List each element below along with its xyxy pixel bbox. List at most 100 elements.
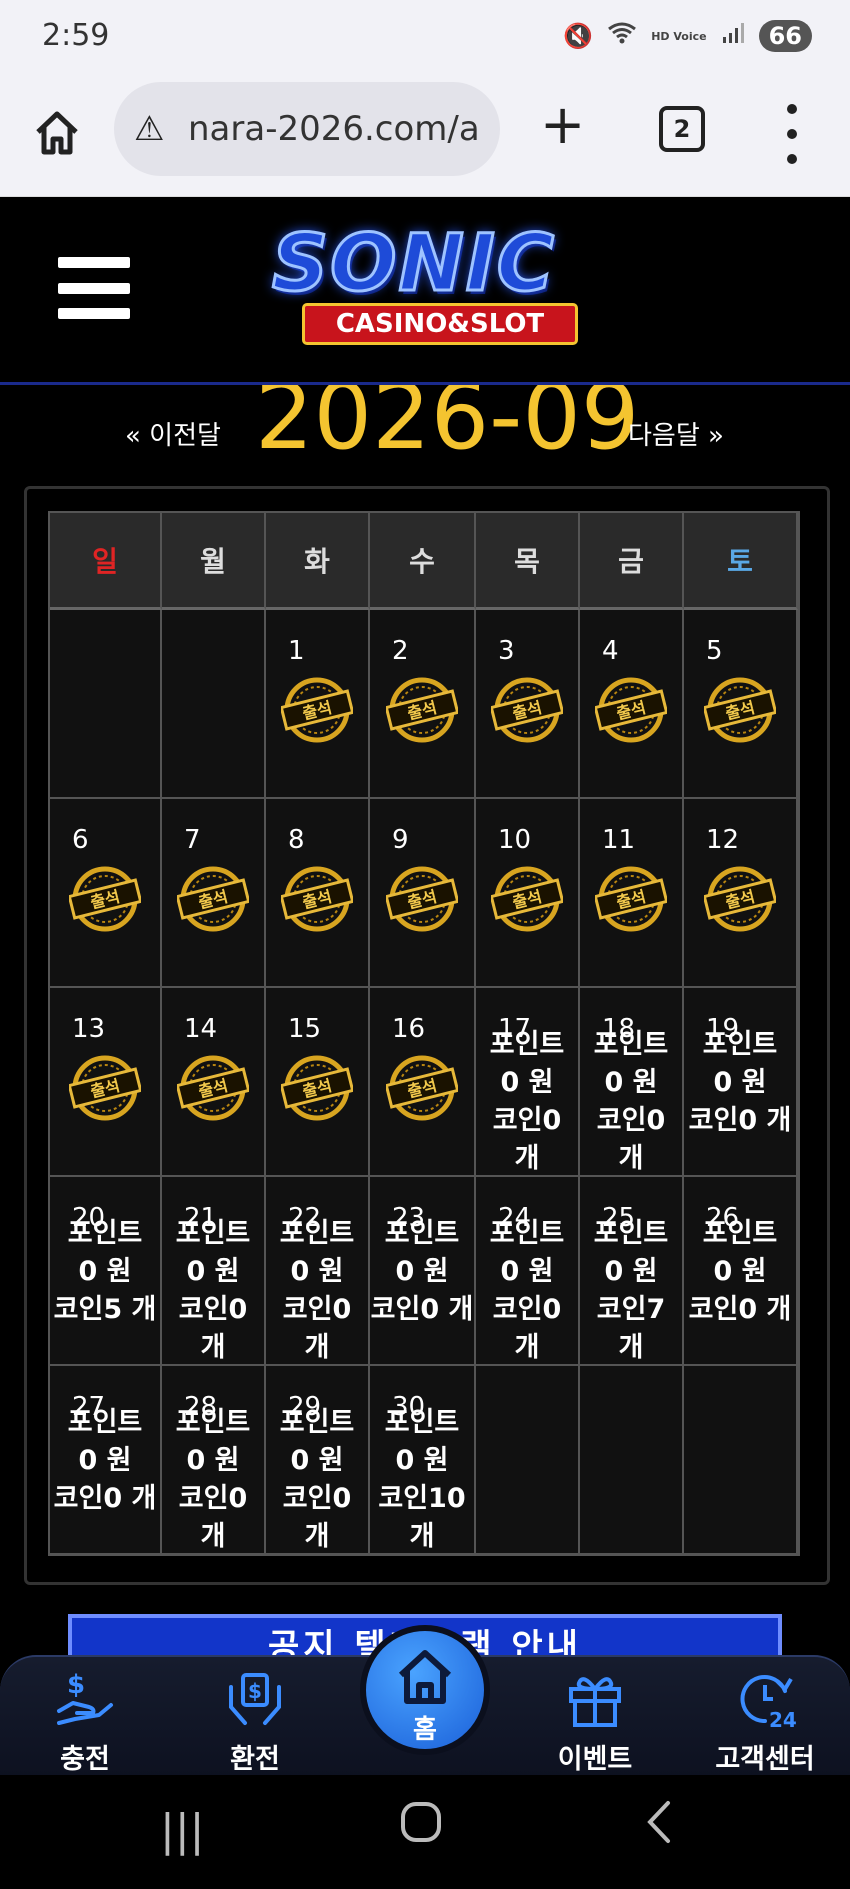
calendar-day	[684, 1366, 798, 1555]
calendar-day: 13 출석	[50, 988, 162, 1177]
warning-icon[interactable]: ⚠	[134, 109, 178, 149]
attendance-stamp-icon: 출석	[595, 866, 667, 932]
point-label: 포인트	[384, 1407, 460, 1438]
coin-amount: 코인0 개	[688, 1105, 792, 1136]
address-bar[interactable]: ⚠ nara-2026.com/a	[114, 82, 500, 176]
point-amount: 0 원	[713, 1067, 767, 1098]
site-logo[interactable]: SONIC CASINO&SLOT	[262, 218, 607, 359]
point-amount: 0 원	[604, 1067, 658, 1098]
weekday-header-cell: 월	[162, 513, 266, 610]
nav-event[interactable]: 이벤트	[525, 1667, 665, 1775]
prev-month-link[interactable]: « 이전달	[125, 415, 221, 452]
coin-amount: 코인0 개	[492, 1105, 562, 1174]
day-number: 13	[72, 1014, 106, 1044]
hands-money-icon: $	[229, 1673, 281, 1725]
day-reward-info: 포인트 0 원 코인5 개	[50, 1215, 160, 1329]
system-back-icon[interactable]	[644, 1799, 674, 1856]
calendar-day	[476, 1366, 580, 1555]
wifi-icon	[607, 21, 637, 51]
hamburger-menu-icon[interactable]	[58, 257, 130, 319]
calendar-day: 24 포인트 0 원 코인0 개	[476, 1177, 580, 1366]
status-time: 2:59	[42, 18, 110, 53]
attendance-stamp-icon: 출석	[386, 1055, 458, 1121]
attendance-stamp-icon: 출석	[595, 677, 667, 743]
weekday-header-cell: 목	[476, 513, 580, 610]
attendance-stamp-icon: 출석	[177, 1055, 249, 1121]
point-amount: 0 원	[395, 1445, 449, 1476]
coin-amount: 코인0 개	[492, 1294, 562, 1363]
svg-text:$: $	[248, 1679, 262, 1703]
day-reward-info: 포인트 0 원 코인0 개	[684, 1215, 796, 1329]
calendar-day: 8 출석	[266, 799, 370, 988]
calendar-day: 15 출석	[266, 988, 370, 1177]
calendar-day: 29 포인트 0 원 코인0 개	[266, 1366, 370, 1555]
attendance-stamp-icon: 출석	[704, 677, 776, 743]
point-label: 포인트	[702, 1029, 778, 1060]
day-reward-info: 포인트 0 원 코인0 개	[50, 1404, 160, 1518]
browser-menu-icon[interactable]	[782, 104, 802, 164]
point-label: 포인트	[489, 1029, 565, 1060]
day-number: 15	[288, 1014, 322, 1044]
browser-toolbar: ⚠ nara-2026.com/a + 2	[0, 78, 850, 197]
attendance-stamp-icon: 출석	[69, 1055, 141, 1121]
calendar-week: 27 포인트 0 원 코인0 개 28 포인트 0 원 코인0 개 29 포인트 0 원 코인0 개3…	[50, 1366, 798, 1555]
attendance-stamp-icon: 출석	[69, 866, 141, 932]
day-number: 3	[498, 636, 515, 666]
calendar-week: 1 출석 2 출석 3 출석 4 출석 5 출석	[50, 610, 798, 799]
nav-support[interactable]: 24 고객센터	[695, 1667, 835, 1775]
point-label: 포인트	[489, 1218, 565, 1249]
tab-switcher-button[interactable]: 2	[659, 106, 705, 152]
calendar-day: 18 포인트 0 원 코인0 개	[580, 988, 684, 1177]
calendar-day: 14 출석	[162, 988, 266, 1177]
hand-dollar-icon: $	[57, 1670, 113, 1725]
calendar-day: 23 포인트 0 원 코인0 개	[370, 1177, 476, 1366]
calendar-week: 20 포인트 0 원 코인5 개 21 포인트 0 원 코인0 개 22 포인트 0 원 코인0 개2…	[50, 1177, 798, 1366]
calendar-week: 6 출석 7 출석 8 출석 9 출석 10 출석 11 출석 12 출석	[50, 799, 798, 988]
day-reward-info: 포인트 0 원 코인0 개	[266, 1404, 368, 1556]
new-tab-icon[interactable]: +	[540, 98, 585, 152]
logo-subtitle: CASINO&SLOT	[302, 303, 578, 345]
day-number: 6	[72, 825, 89, 855]
next-month-link[interactable]: 다음달 »	[628, 415, 724, 452]
nav-home-button[interactable]: 홈	[360, 1625, 490, 1755]
system-navigation: |||	[0, 1775, 850, 1889]
weekday-header-cell: 일	[50, 513, 162, 610]
point-amount: 0 원	[604, 1256, 658, 1287]
calendar-day	[50, 610, 162, 799]
day-number: 8	[288, 825, 305, 855]
point-label: 포인트	[279, 1407, 355, 1438]
point-amount: 0 원	[186, 1256, 240, 1287]
attendance-stamp-icon: 출석	[491, 677, 563, 743]
status-icons: 🔇 HD Voice 66	[563, 20, 812, 52]
nav-deposit[interactable]: $ 충전	[15, 1667, 155, 1775]
day-number: 7	[184, 825, 201, 855]
day-reward-info: 포인트 0 원 코인10 개	[370, 1404, 474, 1556]
recent-apps-icon[interactable]: |||	[160, 1805, 204, 1856]
calendar-day: 2 출석	[370, 610, 476, 799]
calendar-day: 4 출석	[580, 610, 684, 799]
browser-home-icon[interactable]	[32, 108, 82, 158]
weekday-header-cell: 금	[580, 513, 684, 610]
attendance-stamp-icon: 출석	[704, 866, 776, 932]
point-amount: 0 원	[78, 1256, 132, 1287]
attendance-stamp-icon: 출석	[281, 677, 353, 743]
coin-amount: 코인0 개	[688, 1294, 792, 1325]
system-home-icon[interactable]	[400, 1801, 442, 1854]
coin-amount: 코인0 개	[282, 1483, 352, 1552]
point-label: 포인트	[593, 1029, 669, 1060]
day-reward-info: 포인트 0 원 코인0 개	[476, 1215, 578, 1367]
point-amount: 0 원	[395, 1256, 449, 1287]
weekday-header-cell: 수	[370, 513, 476, 610]
coin-amount: 코인0 개	[596, 1105, 666, 1174]
attendance-stamp-icon: 출석	[491, 866, 563, 932]
day-reward-info: 포인트 0 원 코인0 개	[370, 1215, 474, 1329]
weekday-header: 일월화수목금토	[50, 513, 798, 610]
nav-withdraw[interactable]: $ 환전	[185, 1667, 325, 1775]
day-number: 5	[706, 636, 723, 666]
calendar-day: 12 출석	[684, 799, 798, 988]
gift-icon	[569, 1677, 621, 1727]
attendance-stamp-icon: 출석	[281, 866, 353, 932]
current-month: 2026-09	[255, 385, 640, 465]
month-navigation: « 이전달 2026-09 다음달 »	[0, 385, 850, 465]
day-reward-info: 포인트 0 원코인0 개	[580, 1026, 682, 1178]
